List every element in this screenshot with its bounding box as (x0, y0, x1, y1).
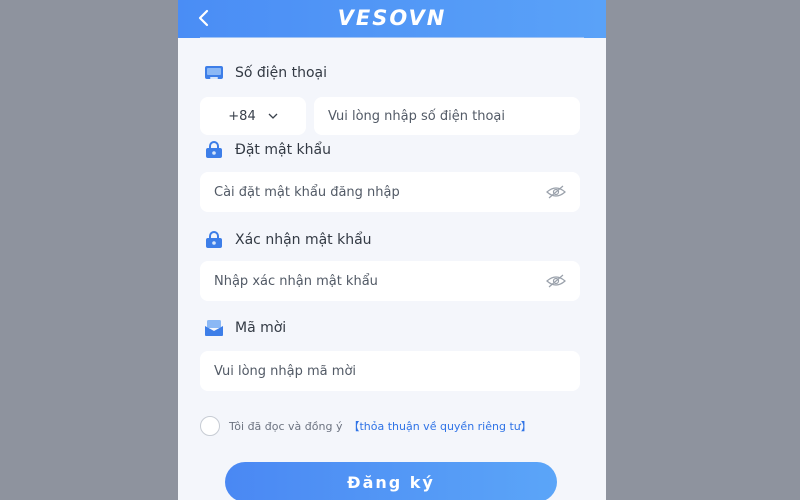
app-header: VESOVN (178, 0, 606, 38)
password-placeholder: Cài đặt mật khẩu đăng nhập (214, 184, 400, 200)
eye-off-icon[interactable] (546, 274, 566, 288)
phone-icon (205, 66, 223, 79)
phone-placeholder: Vui lòng nhập số điện thoại (328, 108, 505, 124)
eye-off-icon[interactable] (546, 185, 566, 199)
agreement-checkbox[interactable] (200, 416, 220, 436)
confirm-label-row: Xác nhận mật khẩu (204, 231, 372, 249)
agreement-row: Tôi đã đọc và đồng ý 【thỏa thuận về quyề… (200, 416, 532, 436)
invite-label-row: Mã mời (204, 319, 286, 337)
chevron-down-icon (268, 113, 278, 119)
header-divider (200, 37, 584, 38)
register-button[interactable]: Đăng ký (225, 462, 557, 500)
password-label: Đặt mật khẩu (235, 142, 331, 158)
invite-label: Mã mời (235, 320, 287, 336)
country-code-value: +84 (228, 108, 256, 124)
lock-icon (206, 231, 222, 248)
agreement-text: Tôi đã đọc và đồng ý (229, 419, 343, 433)
confirm-label: Xác nhận mật khẩu (235, 232, 372, 248)
phone-frame: VESOVN Số điện thoại +84 Vui lòng nhập s… (178, 0, 606, 500)
invite-code-icon (205, 320, 223, 336)
privacy-policy-link[interactable]: 【thỏa thuận về quyền riêng tư】 (348, 418, 531, 434)
password-input[interactable]: Cài đặt mật khẩu đăng nhập (200, 172, 580, 212)
phone-label: Số điện thoại (235, 65, 328, 81)
invite-placeholder: Vui lòng nhập mã mời (214, 363, 357, 379)
invite-code-input[interactable]: Vui lòng nhập mã mời (200, 351, 580, 391)
password-label-row: Đặt mật khẩu (204, 141, 331, 159)
lock-icon (206, 141, 222, 158)
confirm-password-input[interactable]: Nhập xác nhận mật khẩu (200, 261, 580, 301)
confirm-placeholder: Nhập xác nhận mật khẩu (214, 273, 378, 289)
country-code-select[interactable]: +84 (200, 97, 306, 135)
phone-input[interactable]: Vui lòng nhập số điện thoại (314, 97, 580, 135)
brand-logo: VESOVN (337, 6, 447, 30)
phone-label-row: Số điện thoại (204, 64, 327, 82)
